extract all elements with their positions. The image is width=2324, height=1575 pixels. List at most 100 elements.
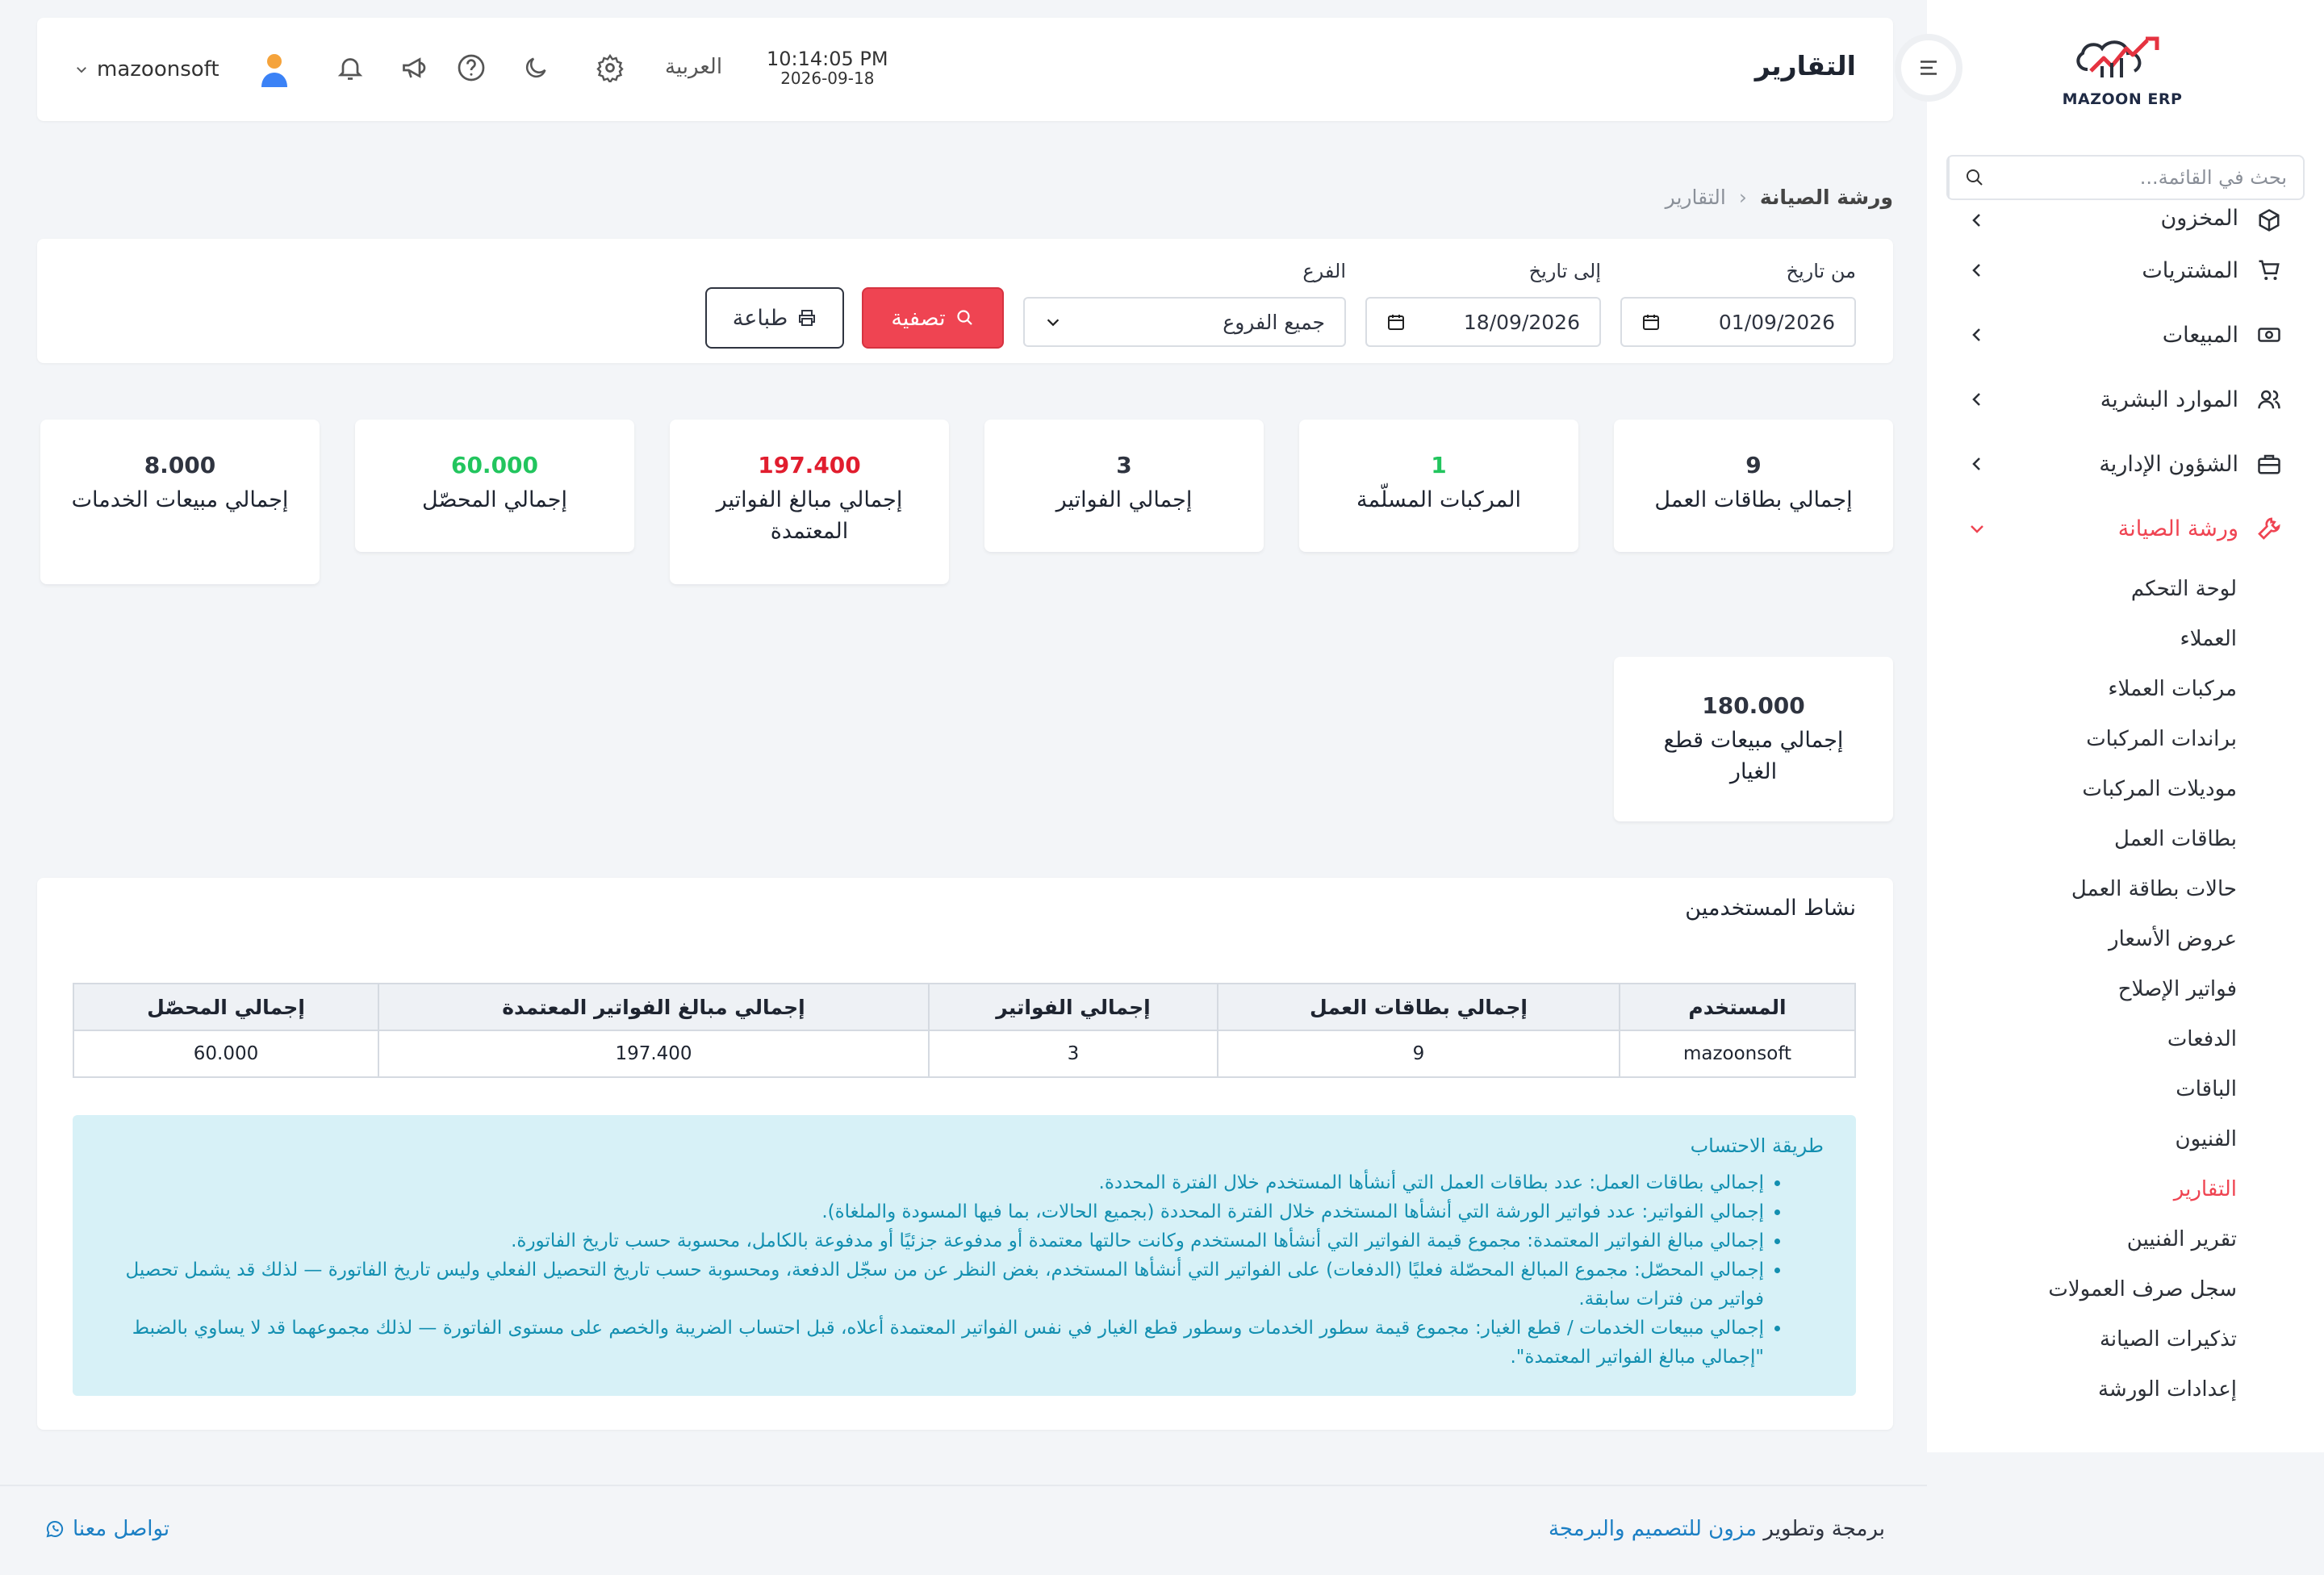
logo-mark-icon [2076,36,2159,77]
box-icon [2255,206,2284,235]
sidebar-subitem[interactable]: براندات المركبات [1927,714,2237,764]
branch-select[interactable]: جميع الفروع [1023,297,1346,347]
sidebar-subitem[interactable]: فواتير الإصلاح [1927,964,2237,1014]
column-header: إجمالي مبالغ الفواتير المعتمدة [378,983,930,1031]
table-cell: 3 [928,1030,1218,1078]
filter-card: من تاريخ 01/09/2026 إلى تاريخ 18/09/2026… [37,239,1893,363]
stat-value: 8.000 [144,452,216,478]
contact-link[interactable]: تواصل معنا [45,1517,169,1541]
footer-divider [0,1485,1927,1486]
sidebar-subitem[interactable]: بطاقات العمل [1927,814,2237,864]
cash-icon [2255,320,2284,349]
moon-icon[interactable] [518,50,554,86]
sidebar-subitem[interactable]: تذكيرات الصيانة [1927,1314,2237,1364]
sidebar-subitem[interactable]: مركبات العملاء [1927,664,2237,714]
to-date-label: إلى تاريخ [1528,260,1601,282]
list-item: إجمالي المحصّل: مجموع المبالغ المحصّلة ف… [105,1255,1764,1314]
menu-toggle-button[interactable] [1895,34,1962,102]
sidebar-item-workshop[interactable]: ورشة الصيانة [1927,496,2324,561]
stat-card-collected: 60.000 إجمالي المحصّل [355,420,634,552]
sidebar-subitem[interactable]: عروض الأسعار [1927,914,2237,964]
calendar-icon [1388,315,1404,330]
list-item: إجمالي بطاقات العمل: عدد بطاقات العمل ال… [105,1168,1764,1197]
stat-value: 9 [1745,452,1762,478]
column-header: إجمالي الفواتير [928,983,1218,1031]
sidebar-search-input[interactable] [2000,157,2303,198]
stat-label: إجمالي الفواتير [1055,487,1193,512]
top-header: التقارير 10:14:05 PM 2026-09-18 العربية … [37,18,1893,121]
stat-card-invoices: 3 إجمالي الفواتير [984,420,1264,552]
stat-label: المركبات المسلّمة [1356,487,1521,512]
search-icon[interactable] [1948,157,2000,198]
table-header-row: المستخدم إجمالي بطاقات العمل إجمالي الفو… [73,983,1856,1031]
filter-button[interactable]: تصفية [862,287,1004,349]
breadcrumb-current: التقارير [1665,186,1726,209]
chevron-left-icon [1972,457,1980,470]
sidebar-item-label: المبيعات [2162,322,2238,348]
stat-label: إجمالي بطاقات العمل [1654,487,1853,512]
sidebar-subitem[interactable]: إعدادات الورشة [1927,1364,2237,1414]
stat-label: إجمالي مبيعات الخدمات [71,487,289,512]
sidebar-item-label: ورشة الصيانة [2117,516,2238,541]
calculation-method-box: طريقة الاحتساب إجمالي بطاقات العمل: عدد … [73,1115,1856,1396]
sidebar-subitem[interactable]: سجل صرف العمولات [1927,1264,2237,1314]
footer-credit: برمجة وتطوير مزون للتصميم والبرمجة [1549,1517,1885,1541]
menu-icon [1921,61,1937,75]
stat-card-delivered-vehicles: 1 المركبات المسلّمة [1299,420,1578,552]
footer-prefix: برمجة وتطوير [1763,1517,1885,1541]
sidebar-item-inventory[interactable]: المخزون [1927,206,2324,238]
stat-label: إجمالي مبالغ الفواتير المعتمدة [716,487,903,544]
breadcrumb-section[interactable]: ورشة الصيانة [1760,186,1893,209]
list-item: إجمالي مبيعات الخدمات / قطع الغيار: مجمو… [105,1314,1764,1372]
list-item: إجمالي مبالغ الفواتير المعتمدة: مجموع قي… [105,1226,1764,1255]
sidebar-item-sales[interactable]: المبيعات [1927,303,2324,367]
bell-icon[interactable] [332,50,368,86]
help-icon[interactable] [454,50,489,86]
sidebar-subitem-reports[interactable]: التقارير [1927,1164,2237,1214]
sidebar-item-admin[interactable]: الشؤون الإدارية [1927,432,2324,496]
stat-value: 197.400 [758,452,861,478]
sidebar-search [1946,155,2305,200]
megaphone-icon[interactable] [397,50,433,86]
sidebar-subitem[interactable]: موديلات المركبات [1927,764,2237,814]
stat-value: 1 [1431,452,1447,478]
search-icon [957,310,972,325]
stat-label: إجمالي مبيعات قطع الغيار [1663,727,1844,784]
calendar-icon [1643,315,1659,330]
user-activity-table: المستخدم إجمالي بطاقات العمل إجمالي الفو… [73,983,1856,1078]
table-cell: 9 [1217,1030,1620,1078]
filter-button-label: تصفية [891,305,946,331]
column-header: إجمالي بطاقات العمل [1217,983,1620,1031]
avatar [261,54,287,87]
from-date-input[interactable]: 01/09/2026 [1620,297,1856,347]
print-button[interactable]: طباعة [705,287,844,349]
user-menu[interactable]: mazoonsoft [74,50,294,89]
sidebar-subitem[interactable]: الفنيون [1927,1114,2237,1164]
sidebar-subitem[interactable]: تقرير الفنيين [1927,1214,2237,1264]
language-switcher[interactable]: العربية [665,55,722,79]
contact-label: تواصل معنا [73,1517,170,1541]
sidebar-subitem[interactable]: العملاء [1927,614,2237,664]
table-cell: 197.400 [378,1030,930,1078]
chevron-left-icon [1972,214,1980,227]
gear-icon[interactable] [592,50,628,86]
sidebar-menu: المخزون المشتريات المبيعات الموارد البشر… [1927,206,2324,1414]
sidebar-item-label: الموارد البشرية [2100,386,2238,412]
wrench-icon [2255,514,2284,543]
stat-card-parts-sales: 180.000 إجمالي مبيعات قطع الغيار [1614,657,1893,821]
to-date-input[interactable]: 18/09/2026 [1365,297,1601,347]
sidebar-subitem[interactable]: الباقات [1927,1064,2237,1114]
whatsapp-icon [46,1520,64,1538]
sidebar-item-hr[interactable]: الموارد البشرية [1927,367,2324,432]
sidebar-subitem[interactable]: الدفعات [1927,1014,2237,1064]
sidebar-subitem[interactable]: لوحة التحكم [1927,564,2237,614]
sidebar-subitem[interactable]: حالات بطاقة العمل [1927,864,2237,914]
sidebar-item-purchases[interactable]: المشتريات [1927,238,2324,303]
footer-brand-link[interactable]: مزون للتصميم والبرمجة [1549,1517,1757,1541]
chevron-left-icon: ‹ [1738,186,1747,209]
section-title: نشاط المستخدمين [1685,896,1856,921]
app-logo[interactable]: MAZOON ERP [2058,31,2187,111]
column-header: المستخدم [1619,983,1856,1031]
to-date-value: 18/09/2026 [1463,310,1580,334]
page-title: التقارير [1754,50,1856,81]
